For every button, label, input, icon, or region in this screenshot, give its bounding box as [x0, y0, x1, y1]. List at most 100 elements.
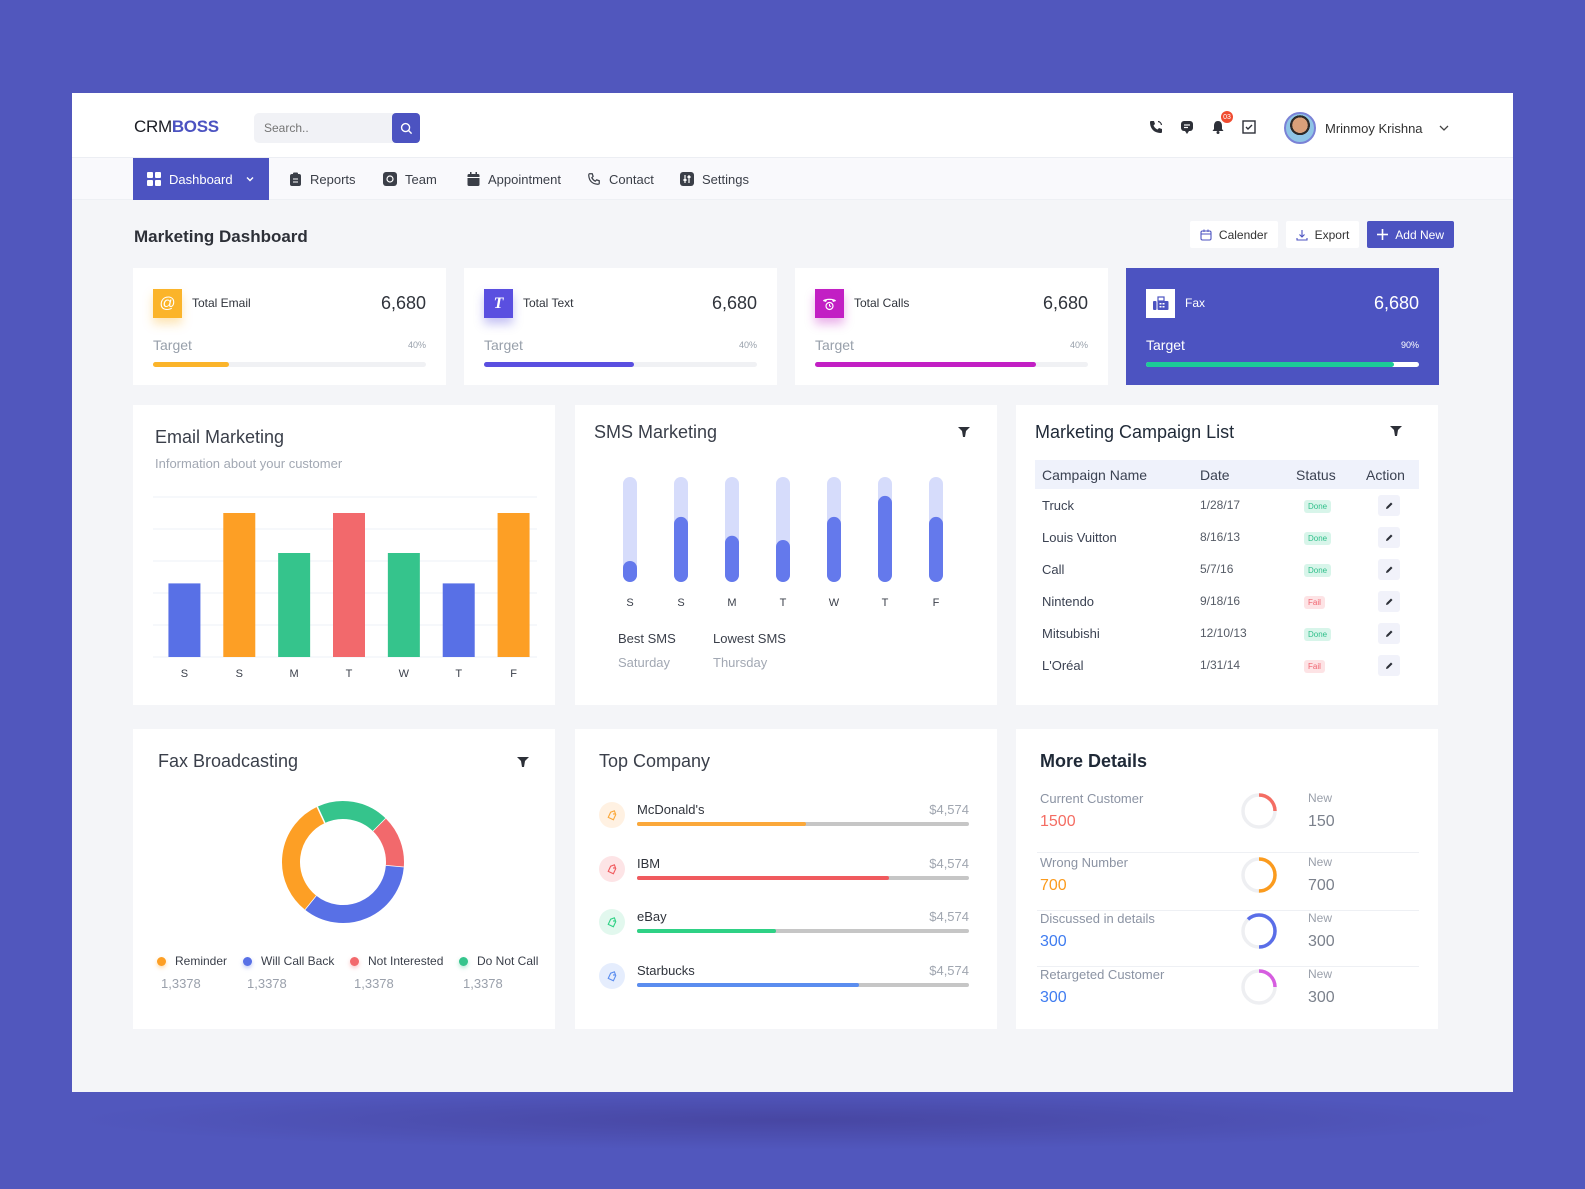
app-window: CRMBOSS 03 Mrinmoy Krishna Dashboard R — [72, 93, 1513, 1092]
detail-row: Current Customer 1500 New 150 — [1037, 791, 1419, 853]
detail-value: 300 — [1040, 989, 1067, 1006]
kpi-value: 6,680 — [380, 293, 426, 313]
filter-icon[interactable] — [517, 756, 529, 768]
campaign-status-cell: Fail — [1289, 585, 1359, 617]
company-progress-bar — [637, 822, 969, 826]
detail-row: Discussed in details 300 New 300 — [1037, 911, 1419, 967]
campaign-action-cell — [1359, 521, 1419, 553]
company-item: IBM $4,574 — [599, 855, 969, 902]
nav-label: Team — [405, 171, 437, 187]
kpi-label: Total Text — [523, 296, 574, 310]
page-title: Marketing Dashboard — [134, 227, 308, 246]
campaign-name: Mitsubishi — [1042, 625, 1100, 641]
search-button[interactable] — [392, 113, 420, 143]
campaign-action-cell — [1359, 649, 1419, 681]
x-tick-label: S — [181, 668, 188, 680]
table-row: Nintendo 9/18/16 Fail — [1035, 585, 1419, 617]
company-progress-bar — [637, 929, 969, 933]
tasks-button[interactable] — [1240, 118, 1258, 136]
company-value: $4,574 — [929, 962, 969, 978]
nav-reports[interactable]: Reports — [289, 158, 356, 200]
messages-button[interactable] — [1178, 118, 1196, 136]
status-badge: Done — [1304, 532, 1332, 545]
status-badge: Done — [1304, 628, 1332, 641]
detail-value: 300 — [1040, 933, 1067, 950]
call-button[interactable] — [1147, 118, 1165, 136]
bar — [333, 513, 365, 657]
kpi-label: Total Email — [192, 296, 251, 310]
nav-dashboard[interactable]: Dashboard — [133, 158, 269, 200]
notifications-button[interactable]: 03 — [1209, 111, 1233, 136]
edit-button[interactable] — [1378, 494, 1400, 516]
at-icon: @ — [153, 289, 182, 318]
clipboard-icon — [290, 172, 301, 186]
add-new-button[interactable]: Add New — [1367, 221, 1454, 248]
logo[interactable]: CRMBOSS — [134, 117, 219, 137]
nav-appointment[interactable]: Appointment — [467, 158, 561, 200]
legend-item: Not Interested 1,3378 — [350, 954, 443, 991]
status-badge: Done — [1304, 564, 1332, 577]
company-name: Starbucks — [637, 962, 695, 978]
kpi-card-total-text: T Total Text 6,680 Target 40% — [464, 268, 777, 385]
calendar-button[interactable]: Calender — [1189, 221, 1278, 248]
new-value: 700 — [1308, 877, 1335, 894]
user-menu[interactable]: Mrinmoy Krishna — [1284, 112, 1450, 144]
company-value: $4,574 — [929, 909, 969, 924]
lowest-sms-label: Lowest SMS — [713, 631, 786, 646]
campaign-date: 5/7/16 — [1200, 562, 1234, 576]
edit-button[interactable] — [1378, 622, 1400, 644]
bar — [168, 583, 201, 657]
legend-label: Will Call Back — [243, 954, 334, 968]
legend-text: Reminder — [175, 954, 228, 968]
user-name: Mrinmoy Krishna — [1325, 120, 1423, 136]
app-shadow — [72, 1090, 1513, 1150]
pencil-icon — [1385, 662, 1392, 669]
nav-contact[interactable]: Contact — [587, 158, 654, 200]
nav-label: Dashboard — [169, 171, 233, 187]
legend-item: Will Call Back 1,3378 — [243, 954, 334, 991]
bar — [725, 535, 739, 582]
kpi-progress-bar — [153, 362, 426, 367]
kpi-label: Total Calls — [854, 296, 910, 310]
search-input[interactable] — [254, 113, 384, 143]
kpi-progress-bar — [1146, 362, 1419, 367]
nav-settings[interactable]: Settings — [680, 158, 749, 200]
fax-broadcasting-panel: Fax Broadcasting Reminder 1,3378 Will Call… — [133, 729, 555, 1029]
company-progress-bar — [637, 875, 969, 880]
kpi-value: 6,680 — [1042, 293, 1088, 313]
campaign-date: 1/28/17 — [1200, 498, 1241, 512]
bar — [929, 516, 943, 582]
detail-row: Retargeted Customer 300 New 300 — [1037, 967, 1419, 1023]
donut-slice — [282, 806, 326, 910]
phone-icon — [1150, 120, 1163, 133]
pencil-icon — [1385, 566, 1392, 573]
kpi-value: 6,680 — [1373, 293, 1419, 313]
add-new-label: Add New — [1395, 227, 1444, 242]
chevron-down-icon — [246, 177, 254, 182]
edit-button[interactable] — [1378, 590, 1400, 612]
kpi-target-label: Target — [815, 337, 854, 353]
checkbox-icon — [1242, 120, 1256, 134]
kpi-card-fax: Fax 6,680 Target 90% — [1126, 268, 1439, 385]
edit-button[interactable] — [1378, 558, 1400, 580]
bar — [827, 516, 841, 582]
message-icon — [1181, 121, 1193, 134]
legend-dot — [157, 956, 166, 966]
detail-row: Wrong Number 700 New 700 — [1037, 855, 1419, 911]
export-button[interactable]: Export — [1285, 221, 1360, 248]
new-value: 300 — [1308, 933, 1335, 950]
campaign-name: L'Oréal — [1042, 657, 1084, 673]
campaign-name: Louis Vuitton — [1042, 529, 1117, 545]
pencil-icon — [1385, 534, 1392, 541]
filter-icon[interactable] — [1390, 425, 1402, 437]
nav-team[interactable]: Team — [383, 158, 437, 200]
edit-button[interactable] — [1378, 526, 1400, 548]
text-icon: T — [484, 289, 513, 318]
company-progress-bar — [637, 982, 969, 987]
edit-button[interactable] — [1378, 654, 1400, 676]
best-sms-label: Best SMS — [618, 631, 676, 646]
bar — [776, 540, 790, 582]
legend-label: Reminder — [157, 954, 227, 968]
company-item: Starbucks $4,574 — [599, 962, 969, 1009]
notification-badge: 03 — [1221, 111, 1233, 123]
